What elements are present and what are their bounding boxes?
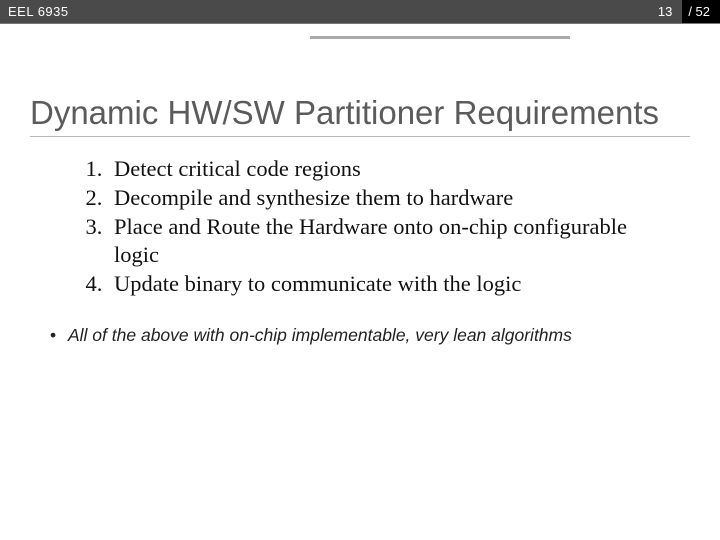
page-total: / 52 — [682, 0, 720, 23]
page-current: 13 — [648, 0, 682, 23]
footnote-item: All of the above with on-chip implementa… — [50, 325, 690, 347]
slide-title: Dynamic HW/SW Partitioner Requirements — [30, 94, 690, 137]
top-bar: EEL 6935 13 / 52 — [0, 0, 720, 24]
slide: EEL 6935 13 / 52 Dynamic HW/SW Partition… — [0, 0, 720, 540]
footnote-list: All of the above with on-chip implementa… — [30, 325, 690, 347]
list-item: Update binary to communicate with the lo… — [108, 270, 690, 299]
requirements-list: Detect critical code regions Decompile a… — [30, 155, 690, 299]
list-item: Decompile and synthesize them to hardwar… — [108, 184, 690, 213]
page-indicator: 13 / 52 — [648, 0, 720, 23]
course-code: EEL 6935 — [0, 4, 648, 19]
list-item: Place and Route the Hardware onto on-chi… — [108, 213, 690, 271]
slide-content: Dynamic HW/SW Partitioner Requirements D… — [0, 24, 720, 347]
list-item: Detect critical code regions — [108, 155, 690, 184]
accent-line — [310, 36, 570, 39]
